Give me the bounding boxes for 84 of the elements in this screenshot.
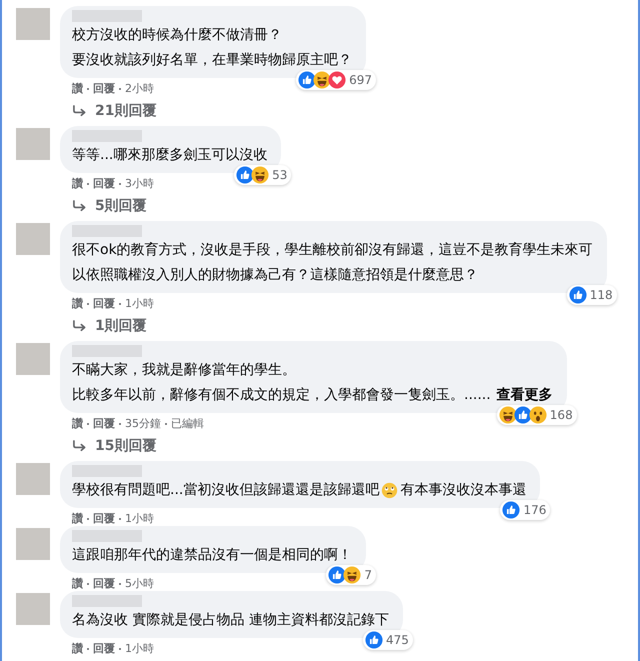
thumbs-up-icon [298,71,316,89]
separator-dot [87,183,89,185]
see-more-link[interactable]: 查看更多 [496,384,553,406]
timestamp[interactable]: 1小時 [125,297,154,311]
separator-dot [87,518,89,520]
view-replies-link[interactable]: 21則回覆 [95,102,156,120]
reply-arrow-icon [72,440,87,452]
comment-text: 以依照職權沒入別人的財物據為己有？這樣隨意招領是什麼意思？ [72,266,478,285]
comment-action-link[interactable]: 讚 [72,642,83,656]
comment-text: 很不ok的教育方式，沒收是手段，學生離校前卻沒有歸還，這豈不是教育學生未來可 [72,241,593,260]
comment-action-link[interactable]: 讚 [72,82,83,96]
comment-action-link[interactable]: 回覆 [93,82,115,96]
laughing-face-icon [343,566,362,584]
separator-dot [119,183,121,185]
comment-action-link[interactable]: 回覆 [93,642,115,656]
thumbs-up-icon [365,631,383,649]
separator-dot [165,423,167,425]
comment-text: 等等...哪來那麼多劍玉可以沒收 [72,146,268,165]
reaction-summary[interactable]: 697 [296,70,376,90]
comment-text: 要沒收就該列好名單，在畢業時物歸原主吧？ [72,51,352,70]
timestamp[interactable]: 2小時 [125,82,154,96]
timestamp[interactable]: 5小時 [125,577,154,591]
eye-roll-emoji-icon [381,482,398,498]
comment-action-link[interactable]: 讚 [72,177,83,191]
comment-action-link[interactable]: 讚 [72,512,83,526]
avatar[interactable] [16,528,50,560]
thumbs-up-icon [236,166,254,184]
edited-label: 已編輯 [171,417,204,431]
avatar[interactable] [16,343,50,375]
comment-text: 這跟咱那年代的違禁品沒有一個是相同的啊！ [72,546,352,565]
comment-action-link[interactable]: 讚 [72,297,83,311]
separator-dot [119,88,121,90]
reaction-summary[interactable]: 176 [500,500,550,520]
thumbs-up-icon [568,286,587,304]
view-replies-link[interactable]: 1則回覆 [95,317,147,335]
avatar[interactable] [16,593,50,625]
comment-text: 比較多年以前，辭修有個不成文的規定，入學都會發一隻劍玉。...... [72,386,491,405]
comment-text: 不瞞大家，我就是辭修當年的學生。 [72,361,296,380]
comment-action-link[interactable]: 回覆 [93,177,115,191]
avatar[interactable] [16,223,50,255]
thumbs-up-icon [514,406,532,424]
comment-action-link[interactable]: 讚 [72,417,83,431]
thumbs-up-icon [328,566,346,584]
separator-dot [87,423,89,425]
thumbs-up-icon [502,501,520,519]
laughing-face-icon [251,166,270,184]
avatar[interactable] [16,128,50,160]
comment-text: 校方沒收的時候為什麼不做清冊？ [72,26,282,45]
laughing-face-icon [498,406,517,424]
reaction-summary[interactable]: 118 [566,285,617,305]
avatar[interactable] [16,463,50,495]
separator-dot [119,518,121,520]
reply-arrow-icon [72,104,87,118]
avatar[interactable] [16,8,50,40]
reply-arrow-icon [72,200,87,212]
separator-dot [119,648,121,650]
reaction-summary[interactable]: 475 [363,630,413,650]
view-replies-link[interactable]: 5則回覆 [95,197,147,215]
separator-dot [87,303,89,305]
separator-dot [119,303,121,305]
comment-action-link[interactable]: 回覆 [93,417,115,431]
separator-dot [87,648,89,650]
timestamp[interactable]: 1小時 [125,512,154,526]
comment-text: 學校很有問題吧...當初沒收但該歸還還是該歸還吧 [72,481,380,500]
reaction-summary[interactable]: 168 [496,405,577,425]
view-replies-link[interactable]: 15則回覆 [95,437,156,455]
separator-dot [119,423,121,425]
timestamp[interactable]: 3小時 [125,177,154,191]
separator-dot [87,88,89,90]
separator-dot [119,583,121,585]
timestamp[interactable]: 35分鐘 [125,417,161,431]
surprised-face-icon [528,406,547,424]
reaction-summary[interactable]: 53 [234,165,292,185]
reaction-summary[interactable]: 7 [326,565,376,585]
laughing-face-icon [313,71,332,89]
comment-text: 有本事沒收沒本事還 [400,481,526,500]
reply-arrow-icon [72,320,87,332]
comment-action-link[interactable]: 讚 [72,577,83,591]
comment-action-link[interactable]: 回覆 [93,297,115,311]
comment-action-link[interactable]: 回覆 [93,512,115,526]
comment-text: 名為沒收 實際就是侵占物品 連物主資料都沒記錄下 [72,611,389,630]
separator-dot [87,583,89,585]
comment-action-link[interactable]: 回覆 [93,577,115,591]
timestamp[interactable]: 1小時 [125,642,154,656]
